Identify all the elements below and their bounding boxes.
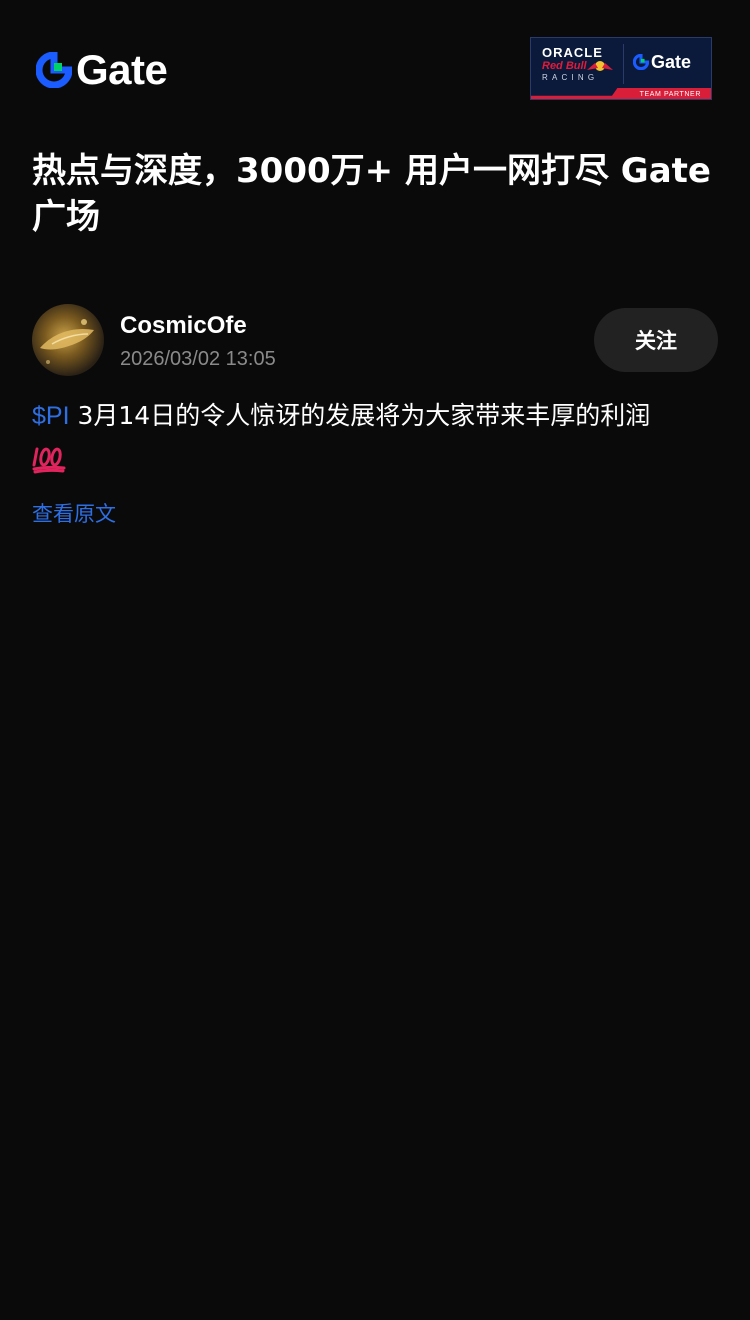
- avatar-image: [40, 319, 94, 364]
- post-timestamp: 2026/03/02 13:05: [120, 348, 276, 370]
- ticker-link[interactable]: $PI: [32, 402, 70, 430]
- author-name[interactable]: CosmicOfe: [120, 312, 247, 340]
- racing-wordmark: RACING: [542, 73, 599, 82]
- follow-button[interactable]: 关注: [594, 308, 718, 372]
- hundred-points-icon: [32, 447, 66, 474]
- gate-logo-icon: [36, 52, 72, 88]
- post-content: $PI 3月14日的令人惊讶的发展将为大家带来丰厚的利润: [32, 396, 718, 476]
- avatar[interactable]: [32, 304, 104, 376]
- redbull-wordmark: Red Bull: [542, 60, 587, 72]
- post-author-row: CosmicOfe 2026/03/02 13:05 关注: [32, 304, 718, 376]
- team-partner-banner[interactable]: ORACLE Red Bull RACING Gate TEAM PARTNER: [530, 37, 712, 100]
- gate-logo-icon: [633, 54, 649, 70]
- redbull-bulls-icon: [587, 61, 613, 71]
- partner-divider: [623, 44, 624, 84]
- gate-logo[interactable]: Gate: [36, 46, 168, 93]
- view-original-link[interactable]: 查看原文: [32, 498, 116, 528]
- logo-text: Gate: [76, 46, 168, 93]
- partner-gate-text: Gate: [651, 52, 692, 72]
- team-partner-label: TEAM PARTNER: [639, 91, 701, 98]
- post-text: 3月14日的令人惊讶的发展将为大家带来丰厚的利润: [69, 401, 651, 430]
- partner-gate-logo: Gate: [633, 53, 691, 71]
- oracle-wordmark: ORACLE: [542, 45, 603, 60]
- header: Gate ORACLE Red Bull RACING Gate TEAM PA…: [0, 0, 750, 130]
- page-headline: 热点与深度，3000万+ 用户一网打尽 Gate 广场: [32, 151, 711, 237]
